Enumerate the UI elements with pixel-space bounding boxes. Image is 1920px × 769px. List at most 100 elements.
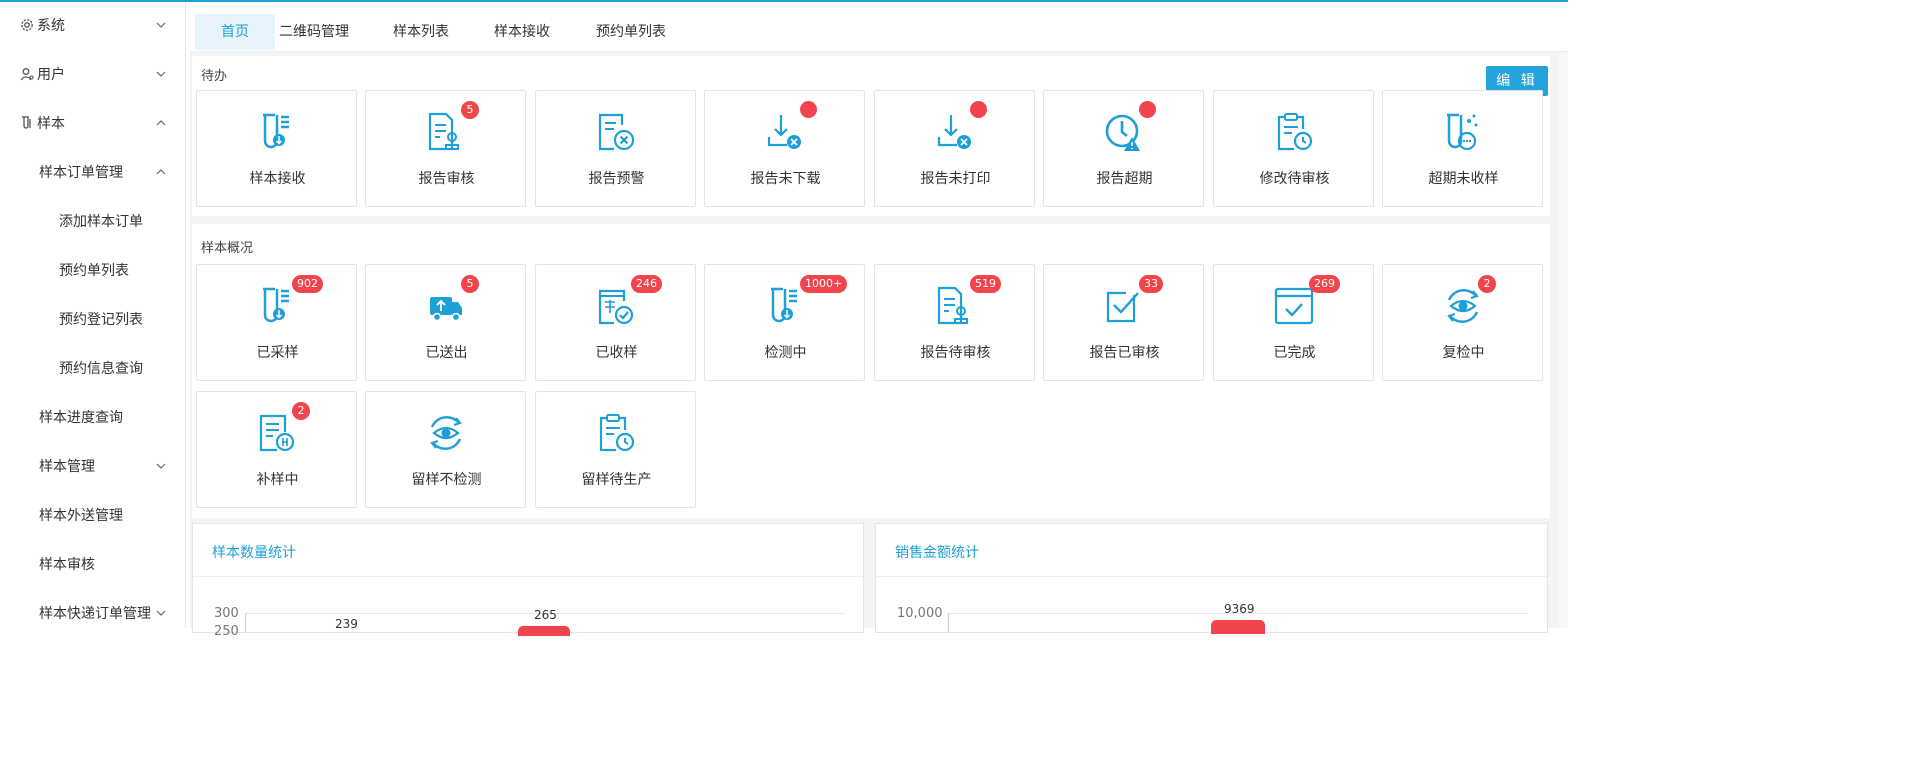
overview-card[interactable]: 留样待生产 — [535, 391, 696, 508]
count-badge: 269 — [1309, 275, 1340, 293]
gear-icon — [20, 18, 34, 32]
document-plus-icon — [259, 414, 295, 452]
card-label: 已收样 — [595, 345, 638, 361]
count-badge: 33 — [1139, 275, 1163, 293]
card-label: 补样中 — [256, 472, 299, 488]
bar — [518, 626, 570, 636]
sample-check-icon — [598, 289, 634, 325]
todo-card[interactable]: 报告未打印 — [874, 90, 1035, 207]
todo-card[interactable]: 修改待审核 — [1213, 90, 1374, 207]
card-label: 报告已审核 — [1089, 345, 1160, 361]
card-label: 报告未下载 — [750, 171, 821, 187]
sidebar-item-system[interactable]: 系统 — [0, 10, 186, 40]
panel-title: 销售金额统计 — [895, 545, 979, 561]
card-label: 复检中 — [1442, 345, 1485, 361]
card-label: 检测中 — [764, 345, 807, 361]
notification-badge: 5 — [461, 101, 479, 119]
sidebar-item-sample[interactable]: 样本 — [0, 108, 186, 138]
card-label: 报告超期 — [1096, 171, 1153, 187]
clipboard-clock-icon — [599, 414, 635, 452]
vertical-scrollbar[interactable] — [1558, 52, 1568, 628]
tube-more-icon — [1447, 113, 1478, 151]
tab-home[interactable]: 首页 — [195, 14, 275, 50]
overview-card[interactable]: 33 报告已审核 — [1043, 264, 1204, 381]
tab-sample-receive[interactable]: 样本接收 — [487, 14, 557, 50]
section-title: 样本概况 — [201, 241, 254, 256]
count-badge: 519 — [970, 275, 1001, 293]
chevron-down-icon — [154, 67, 168, 81]
card-label: 已采样 — [256, 345, 299, 361]
card-label: 已完成 — [1273, 345, 1316, 361]
report-stamp-icon — [428, 112, 459, 151]
tube-download-icon — [771, 287, 797, 323]
overview-card[interactable]: 519 报告待审核 — [874, 264, 1035, 381]
todo-card[interactable]: 报告未下载 — [704, 90, 865, 207]
report-cancel-icon — [598, 113, 635, 151]
tab-sample-list[interactable]: 样本列表 — [386, 14, 456, 50]
todo-card[interactable]: 5 报告审核 — [365, 90, 526, 207]
notification-dot — [1139, 101, 1156, 118]
clipboard-clock-icon — [1277, 113, 1313, 151]
card-label: 报告待审核 — [920, 345, 991, 361]
notification-dot — [800, 101, 817, 118]
sidebar-item-sample-management[interactable]: 样本管理 — [0, 451, 186, 481]
chevron-down-icon — [154, 606, 168, 620]
todo-card[interactable]: 报告超期 — [1043, 90, 1204, 207]
sidebar-item-sample-express-order[interactable]: 样本快递订单管理 — [0, 598, 186, 628]
overview-card[interactable]: 5 已送出 — [365, 264, 526, 381]
tab-qrcode-management[interactable]: 二维码管理 — [275, 14, 353, 50]
sidebar-item-label: 样本审核 — [39, 557, 95, 573]
sidebar-item-add-sample-order[interactable]: 添加样本订单 — [0, 206, 186, 236]
todo-card[interactable]: 报告预警 — [535, 90, 696, 207]
todo-card[interactable]: 样本接收 — [196, 90, 357, 207]
count-badge: 2 — [292, 402, 310, 420]
sidebar: 系统 用户 样本 样本订单管理 添加样本订单 预约单列表 预约登记列表 预约信息… — [0, 2, 186, 628]
overview-card[interactable]: 1000+ 检测中 — [704, 264, 865, 381]
print-cancel-icon — [937, 115, 971, 149]
sidebar-item-label: 预约单列表 — [59, 263, 129, 279]
chevron-down-icon — [154, 459, 168, 473]
notification-dot — [970, 101, 987, 118]
chevron-down-icon — [154, 18, 168, 32]
todo-card[interactable]: 超期未收样 — [1382, 90, 1543, 207]
chevron-up-icon — [154, 165, 168, 179]
section-title: 待办 — [201, 69, 228, 84]
sidebar-item-appointment-list[interactable]: 预约单列表 — [0, 255, 186, 285]
sidebar-item-label: 预约登记列表 — [59, 312, 143, 328]
chevron-up-icon — [154, 116, 168, 130]
sidebar-item-sample-review[interactable]: 样本审核 — [0, 549, 186, 579]
check-box-icon — [1106, 291, 1139, 323]
overview-card[interactable]: 246 已收样 — [535, 264, 696, 381]
card-label: 留样不检测 — [411, 472, 482, 488]
count-badge: 902 — [292, 275, 323, 293]
sample-count-chart-panel: 样本数量统计 300 250 239 265 — [192, 523, 864, 639]
count-badge: 2 — [1478, 275, 1496, 293]
overview-card[interactable]: 留样不检测 — [365, 391, 526, 508]
bar — [1211, 620, 1265, 634]
overview-card[interactable]: 2 复检中 — [1382, 264, 1543, 381]
sidebar-item-sample-progress[interactable]: 样本进度查询 — [0, 402, 186, 432]
sidebar-item-label: 样本 — [37, 116, 65, 132]
sidebar-item-label: 样本管理 — [39, 459, 95, 475]
bar-value-label: 265 — [534, 608, 557, 622]
report-stamp-icon — [937, 286, 968, 325]
overview-card[interactable]: 902 已采样 — [196, 264, 357, 381]
sidebar-item-label: 样本进度查询 — [39, 410, 123, 426]
y-axis-tick: 10,000 — [897, 606, 943, 621]
sidebar-item-appointment-query[interactable]: 预约信息查询 — [0, 353, 186, 383]
overview-card[interactable]: 269 已完成 — [1213, 264, 1374, 381]
sidebar-item-label: 添加样本订单 — [59, 214, 143, 230]
sidebar-item-label: 样本快递订单管理 — [39, 606, 151, 622]
count-badge: 246 — [631, 275, 662, 293]
sidebar-item-sample-order-management[interactable]: 样本订单管理 — [0, 157, 186, 187]
sidebar-item-user[interactable]: 用户 — [0, 59, 186, 89]
tube-download-icon — [263, 113, 289, 149]
sidebar-item-sample-outsource[interactable]: 样本外送管理 — [0, 500, 186, 530]
tab-appointment-list[interactable]: 预约单列表表 — [590, 14, 672, 76]
tab-bar: 首页 二维码管理 样本列表 样本接收 预约单列表表 — [190, 2, 1568, 76]
sidebar-item-label: 系统 — [37, 18, 65, 34]
card-label: 留样待生产 — [581, 472, 652, 488]
card-label: 样本接收 — [249, 171, 306, 187]
sidebar-item-appointment-register-list[interactable]: 预约登记列表 — [0, 304, 186, 334]
overview-card[interactable]: 2 补样中 — [196, 391, 357, 508]
